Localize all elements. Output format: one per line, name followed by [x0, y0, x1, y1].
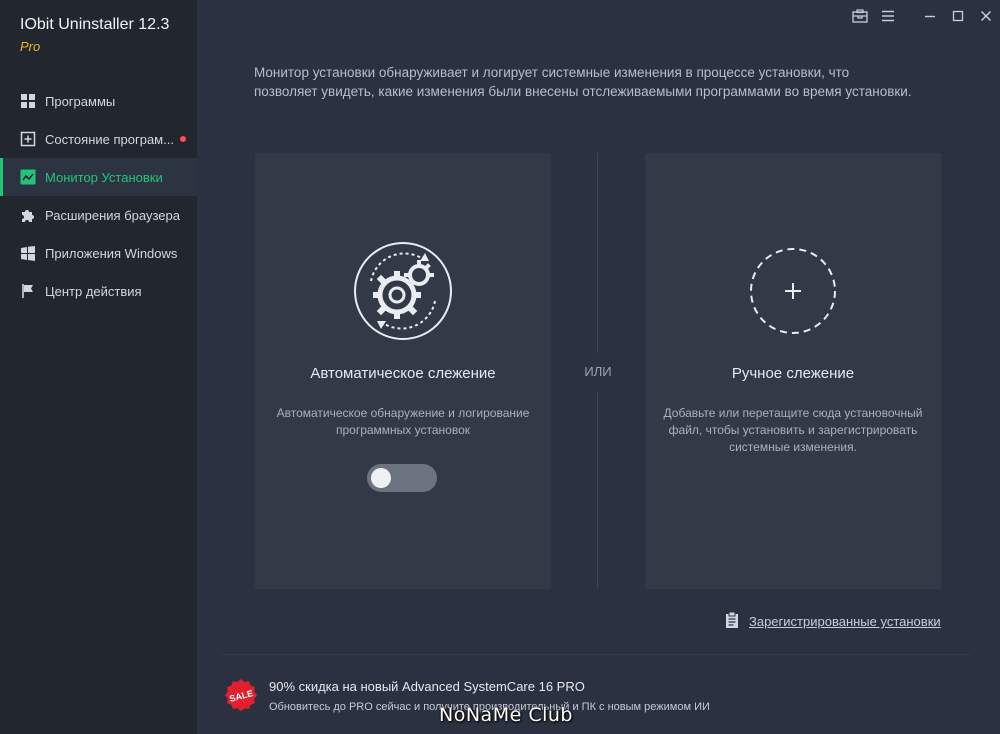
sidebar-item-label: Состояние програм... [45, 131, 174, 147]
maximize-icon[interactable] [944, 6, 972, 26]
puzzle-icon [19, 206, 37, 224]
auto-monitor-title: Автоматическое слежение [310, 365, 496, 382]
sale-badge[interactable]: SALE [224, 678, 258, 717]
auto-monitor-description: Автоматическое обнаружение и логирование… [276, 406, 530, 437]
sidebar-item-install-monitor[interactable]: Монитор Установки [0, 158, 197, 196]
promo-title[interactable]: 90% скидка на новый Advanced SystemCare … [269, 679, 585, 694]
sidebar-nav: Программы Состояние програм... Монитор У… [0, 82, 197, 310]
sidebar-item-label: Центр действия [45, 283, 142, 299]
sidebar-item-windows-apps[interactable]: Приложения Windows [0, 234, 197, 272]
clipboard-icon [723, 611, 741, 632]
watermark: NoNaMe Club [439, 704, 573, 726]
auto-monitor-toggle[interactable] [367, 464, 437, 492]
grid-icon [19, 92, 37, 110]
sidebar-item-label: Программы [45, 93, 116, 109]
sidebar-item-label: Приложения Windows [45, 245, 178, 261]
chart-line-icon [19, 168, 37, 186]
registered-installs-link[interactable]: Зарегистрированные установки [723, 611, 941, 632]
add-circle-icon[interactable] [747, 245, 839, 337]
menu-icon[interactable] [874, 6, 902, 26]
window-controls [846, 6, 1000, 26]
sidebar-item-programs[interactable]: Программы [0, 82, 197, 120]
app-window: IObit Uninstaller 12.3 Pro Программы Сос… [0, 0, 1000, 734]
manual-monitor-card[interactable]: Ручное слежение Добавьте или перетащите … [645, 153, 941, 589]
plus-square-icon [19, 130, 37, 148]
app-edition: Pro [20, 39, 41, 54]
notification-dot [180, 136, 186, 142]
gears-cycle-icon [354, 242, 452, 340]
windows-icon [19, 244, 37, 262]
close-icon[interactable] [972, 6, 1000, 26]
sidebar: IObit Uninstaller 12.3 Pro Программы Сос… [0, 0, 197, 734]
manual-monitor-title: Ручное слежение [731, 365, 855, 382]
divider [597, 392, 598, 589]
registered-installs-label: Зарегистрированные установки [749, 614, 941, 629]
sidebar-item-browser-extensions[interactable]: Расширения браузера [0, 196, 197, 234]
divider [597, 153, 598, 353]
minimize-icon[interactable] [916, 6, 944, 26]
flag-icon [19, 282, 37, 300]
toolbox-icon[interactable] [846, 6, 874, 26]
toggle-knob [371, 468, 391, 488]
manual-monitor-description: Добавьте или перетащите сюда установочны… [663, 406, 923, 454]
divider [222, 654, 970, 655]
auto-monitor-card: Автоматическое слежение Автоматическое о… [255, 153, 551, 589]
or-label: ИЛИ [584, 364, 612, 379]
sidebar-item-label: Расширения браузера [45, 207, 180, 223]
sidebar-item-program-status[interactable]: Состояние програм... [0, 120, 197, 158]
intro-text: Монитор установки обнаруживает и логируе… [254, 65, 912, 99]
app-title: IObit Uninstaller 12.3 [20, 16, 170, 33]
sidebar-item-label: Монитор Установки [45, 169, 163, 185]
sidebar-item-action-center[interactable]: Центр действия [0, 272, 197, 310]
